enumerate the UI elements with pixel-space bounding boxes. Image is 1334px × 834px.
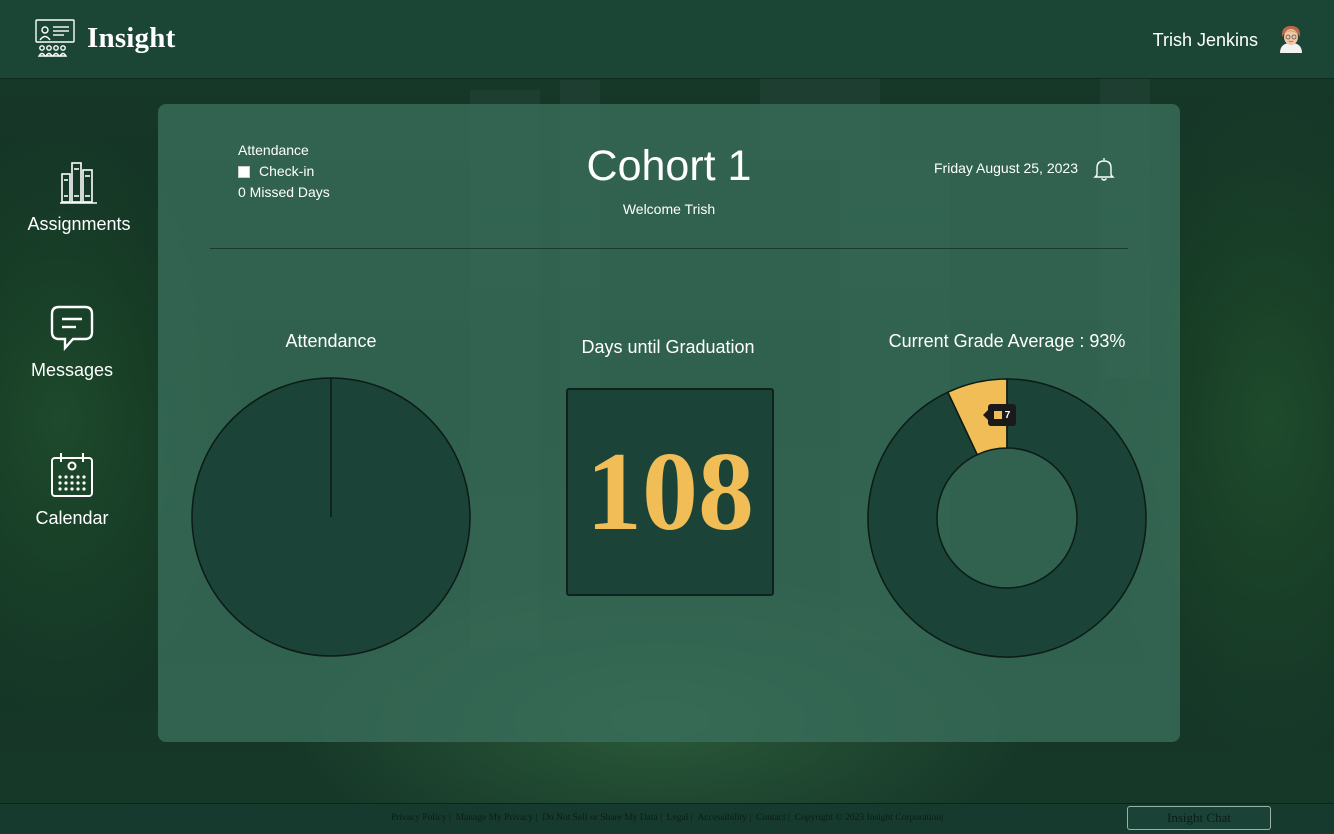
attendance-chart-title: Attendance: [285, 331, 377, 351]
header-divider: [210, 248, 1128, 249]
nav-item-messages[interactable]: Messages: [22, 304, 122, 381]
footer-link[interactable]: Privacy Policy |: [391, 813, 451, 823]
tooltip-swatch: [993, 411, 1002, 419]
welcome-text: Welcome Trish: [622, 201, 716, 217]
current-date: Friday August 25, 2023: [934, 160, 1078, 176]
footer-link[interactable]: Copyright © 2023 Insight Corporation|: [795, 813, 943, 823]
books-icon: [60, 162, 97, 204]
top-bar: Insight Trish Jenkins: [0, 0, 1334, 79]
graduation-countdown-box: 108: [566, 388, 774, 596]
footer-link[interactable]: Manage My Privacy |: [456, 813, 538, 823]
nav-label-assignments: Assignments: [27, 214, 131, 234]
chat-bubble-icon: [50, 305, 94, 352]
footer-link[interactable]: Legal |: [667, 813, 693, 823]
bell-icon[interactable]: [1092, 156, 1116, 182]
calendar-icon: [51, 453, 93, 497]
user-name[interactable]: Trish Jenkins: [1153, 30, 1258, 51]
grade-chart-tooltip: 7: [983, 404, 1016, 426]
grade-chart-title: Current Grade Average : 93%: [888, 331, 1126, 351]
footer-link[interactable]: Do Not Sell or Share My Data |: [542, 813, 662, 823]
classroom-logo-icon[interactable]: [34, 18, 78, 62]
attendance-pie-chart: [191, 377, 471, 657]
app-logo-title[interactable]: Insight: [87, 22, 175, 55]
nav-item-assignments[interactable]: Assignments: [22, 160, 136, 235]
graduation-days-count: 108: [586, 430, 754, 554]
nav-label-messages: Messages: [30, 360, 114, 380]
user-avatar[interactable]: [1276, 23, 1306, 53]
footer-link[interactable]: Accessibility |: [697, 813, 751, 823]
footer-link[interactable]: Contact |: [756, 813, 790, 823]
nav-item-calendar[interactable]: Calendar: [22, 452, 122, 529]
tooltip-value: 7: [1004, 409, 1011, 421]
nav-label-calendar: Calendar: [35, 508, 109, 528]
footer: Privacy Policy | Manage My Privacy | Do …: [0, 803, 1334, 834]
graduation-title: Days until Graduation: [581, 337, 755, 357]
dashboard-card: Attendance Check-in 0 Missed Days Cohort…: [158, 104, 1180, 742]
insight-chat-button[interactable]: Insight Chat: [1127, 806, 1271, 830]
